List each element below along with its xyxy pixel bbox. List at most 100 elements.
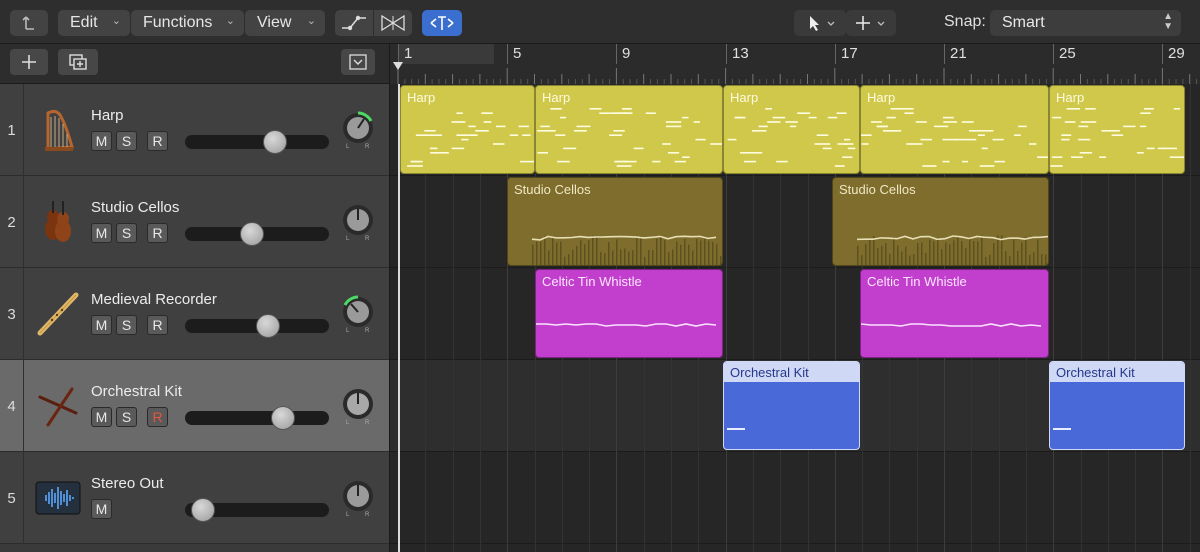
region-name: Studio Cellos — [514, 182, 591, 197]
volume-fader[interactable] — [185, 314, 329, 338]
midi-region-harp[interactable]: Harp — [1049, 85, 1185, 174]
midi-region-studio-cellos[interactable]: Studio Cellos — [507, 177, 723, 266]
edit-menu[interactable]: Edit ⌄ — [58, 10, 130, 36]
track-lane[interactable] — [390, 268, 1200, 360]
track-header-stereo-out[interactable]: 5 Stereo Out M L R — [0, 452, 389, 544]
volume-fader[interactable] — [185, 406, 329, 430]
velocity-bar — [720, 256, 722, 265]
mute-button[interactable]: M — [91, 407, 112, 427]
track-header-studio-cellos[interactable]: 2 Studio Cellos M S R L R — [0, 176, 389, 268]
midi-note — [886, 116, 896, 119]
velocity-bar — [616, 239, 618, 265]
midi-note — [814, 143, 831, 145]
midi-note — [522, 134, 531, 136]
snap-mode-select[interactable]: Smart ▲ ▼ — [990, 10, 1181, 36]
ruler-bar-number: 29 — [1162, 44, 1185, 64]
midi-region-celtic-tin-whistle[interactable]: Celtic Tin Whistle — [535, 269, 723, 358]
pan-knob[interactable]: L R — [341, 295, 375, 334]
track-list: 1 Harp M S R L R 2 Studio Cellos M S R L… — [0, 84, 389, 552]
midi-note — [1173, 108, 1181, 110]
global-tracks-button[interactable] — [341, 49, 375, 75]
chevron-down-icon: ⌄ — [111, 15, 121, 27]
midi-note — [992, 138, 1004, 141]
note-line — [861, 323, 1042, 327]
velocity-bar — [925, 252, 927, 265]
track-header-harp[interactable]: 1 Harp M S R L R — [0, 84, 389, 176]
ruler-bar-number: 17 — [835, 44, 858, 64]
functions-menu[interactable]: Functions ⌄ — [131, 10, 244, 36]
midi-region-harp[interactable]: Harp — [860, 85, 1049, 174]
cycle-area[interactable] — [398, 44, 494, 64]
midi-region-celtic-tin-whistle[interactable]: Celtic Tin Whistle — [860, 269, 1049, 358]
velocity-bar — [692, 250, 694, 265]
midi-note — [1157, 147, 1164, 150]
playhead-handle[interactable] — [393, 62, 403, 70]
pan-knob[interactable]: L R — [341, 479, 375, 518]
snap-to-grid-button[interactable] — [422, 10, 462, 36]
pan-knob[interactable]: L R — [341, 111, 375, 150]
velocity-bar — [893, 236, 895, 265]
fader-knob[interactable] — [271, 406, 296, 430]
mute-button[interactable]: M — [91, 131, 112, 151]
track-lane[interactable] — [390, 452, 1200, 544]
pan-left-label: L — [346, 420, 350, 426]
midi-region-harp[interactable]: Harp — [400, 85, 535, 174]
duplicate-track-button[interactable] — [58, 49, 98, 75]
pointer-tool-icon — [810, 16, 835, 31]
fader-knob[interactable] — [255, 314, 280, 338]
midi-region-harp[interactable]: Harp — [723, 85, 860, 174]
fader-knob[interactable] — [240, 222, 265, 246]
region-name: Harp — [407, 90, 436, 105]
record-enable-button[interactable]: R — [147, 131, 168, 151]
midi-region-orchestral-kit[interactable]: Orchestral Kit — [723, 361, 860, 450]
track-header-medieval-recorder[interactable]: 3 Medieval Recorder M S R L R — [0, 268, 389, 360]
fader-knob[interactable] — [263, 130, 287, 154]
pan-right-label: R — [365, 236, 370, 242]
new-track-button[interactable] — [10, 49, 48, 75]
catch-playhead-button[interactable] — [10, 10, 48, 36]
velocity-bar — [540, 241, 542, 265]
grid-line — [1189, 84, 1191, 552]
pan-knob-icon — [343, 205, 373, 235]
solo-button[interactable]: S — [116, 407, 137, 427]
fader-knob[interactable] — [191, 498, 215, 522]
midi-note — [456, 112, 463, 114]
record-enable-button[interactable]: R — [147, 315, 168, 335]
volume-fader[interactable] — [185, 498, 329, 522]
ruler-bar-number: 25 — [1053, 44, 1076, 64]
view-menu[interactable]: View ⌄ — [245, 10, 325, 36]
midi-region-orchestral-kit[interactable]: Orchestral Kit — [1049, 361, 1185, 450]
bar-ruler[interactable]: 1 5 9 13 17 21 25 29 — [389, 44, 1200, 84]
velocity-bar — [684, 239, 686, 265]
velocity-bar — [993, 242, 995, 265]
track-name: Orchestral Kit — [91, 383, 182, 400]
record-enable-button[interactable]: R — [147, 407, 168, 427]
midi-note — [751, 130, 759, 132]
volume-fader[interactable] — [185, 130, 329, 154]
solo-button[interactable]: S — [116, 131, 137, 151]
tracks-area[interactable]: Harp Harp Harp Harp Harp Studio Cellos S… — [389, 84, 1200, 552]
velocity-bar — [660, 235, 662, 265]
mute-button[interactable]: M — [91, 499, 112, 519]
flex-button[interactable] — [374, 10, 412, 36]
record-enable-button[interactable]: R — [147, 223, 168, 243]
marquee-tool-menu[interactable] — [846, 10, 896, 36]
velocity-bar — [1041, 254, 1043, 265]
midi-region-studio-cellos[interactable]: Studio Cellos — [832, 177, 1049, 266]
track-header-orchestral-kit[interactable]: 4 Orchestral Kit M S R L R — [0, 360, 389, 452]
playhead[interactable] — [398, 84, 400, 552]
pan-knob[interactable]: L R — [341, 203, 375, 242]
solo-button[interactable]: S — [116, 315, 137, 335]
midi-region-harp[interactable]: Harp — [535, 85, 723, 174]
track-number: 5 — [0, 452, 24, 544]
midi-note — [1061, 138, 1070, 141]
solo-button[interactable]: S — [116, 223, 137, 243]
midi-note — [429, 147, 438, 150]
mute-button[interactable]: M — [91, 223, 112, 243]
pan-knob[interactable]: L R — [341, 387, 375, 426]
volume-fader[interactable] — [185, 222, 329, 246]
pointer-tool-menu[interactable] — [794, 10, 846, 36]
velocity-bar — [909, 255, 911, 265]
automation-button[interactable] — [335, 10, 373, 36]
mute-button[interactable]: M — [91, 315, 112, 335]
